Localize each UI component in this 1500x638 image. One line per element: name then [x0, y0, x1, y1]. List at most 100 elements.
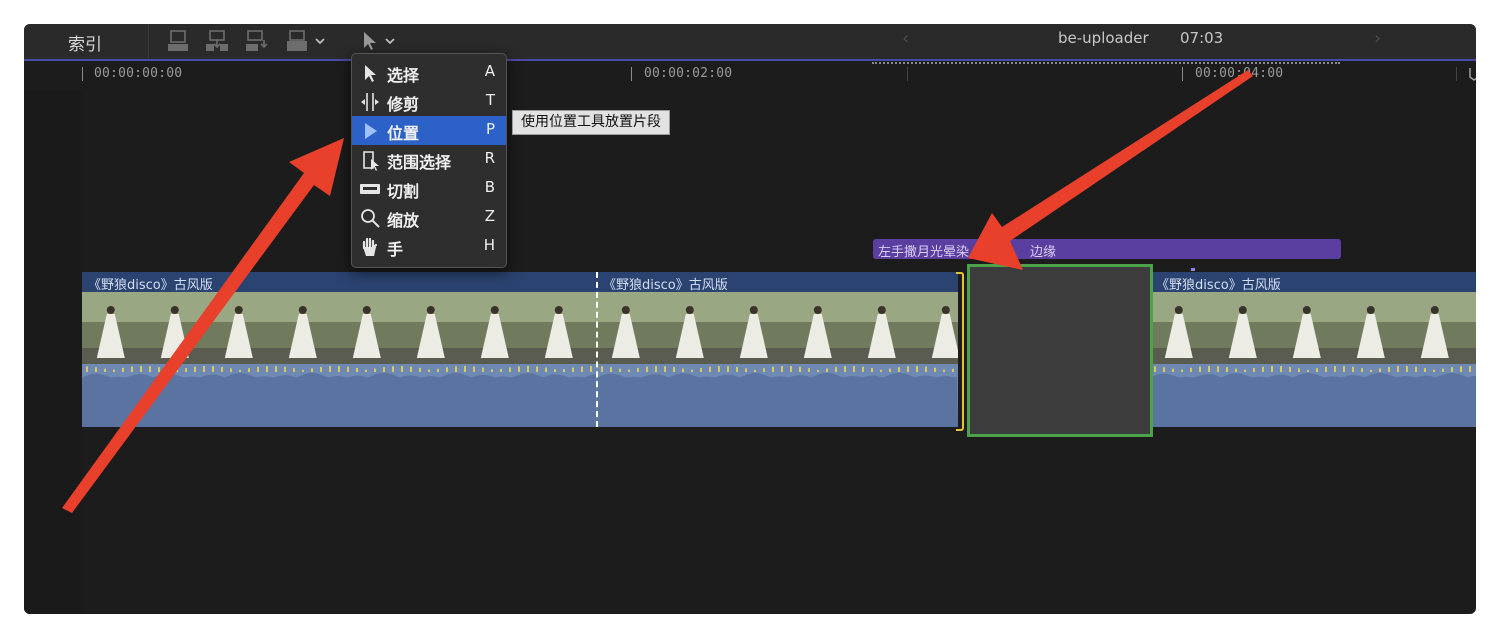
chevron-down-icon[interactable]: [311, 28, 337, 54]
ruler-timecode: 00:00:04:00: [1195, 66, 1284, 81]
waveform-peak: [491, 369, 493, 372]
waveform-peak: [691, 369, 693, 372]
waveform-peak: [1307, 369, 1309, 372]
waveform-peak: [482, 367, 484, 372]
menu-item-label: 手: [387, 240, 404, 259]
waveform-peak: [581, 366, 583, 372]
chevron-right-icon[interactable]: ›: [1374, 28, 1381, 49]
waveform-peak: [1226, 367, 1228, 372]
waveform-peak: [410, 366, 412, 372]
waveform-peak: [392, 366, 394, 372]
menu-item-range-select[interactable]: 范围选择 R: [352, 145, 506, 174]
menu-item-shortcut: Z: [484, 207, 495, 225]
waveform-peak: [727, 366, 729, 372]
waveform-peak: [383, 367, 385, 372]
waveform-peak: [158, 367, 160, 372]
waveform-peak: [590, 366, 592, 372]
waveform-peak: [1190, 367, 1192, 372]
waveform-peak: [239, 369, 241, 372]
append-clip-icon[interactable]: [244, 28, 270, 54]
edit-point[interactable]: [596, 272, 598, 427]
waveform-peak: [113, 369, 115, 372]
menu-item-shortcut: R: [484, 149, 495, 167]
waveform-peak: [1217, 366, 1219, 372]
menu-item-shortcut: T: [485, 91, 495, 109]
tooltip: 使用位置工具放置片段: [512, 110, 670, 135]
waveform-peak: [284, 366, 286, 372]
title-clip-text-tail: 边缘: [1030, 245, 1057, 260]
waveform-peak: [925, 366, 927, 372]
insert-clip-icon[interactable]: [204, 28, 230, 54]
connection-marker: [1191, 268, 1195, 271]
waveform-peak: [1334, 366, 1336, 372]
waveform-peak: [655, 366, 657, 372]
ruler-tick: [1456, 67, 1457, 81]
waveform-peak: [311, 368, 313, 372]
video-clip[interactable]: 《野狼disco》古风版: [82, 272, 597, 427]
waveform-peak: [1208, 366, 1210, 372]
waveform-peak: [248, 368, 250, 372]
waveform-peak: [664, 366, 666, 372]
menu-item-hand[interactable]: 手 H: [352, 232, 506, 261]
waveform-peak: [257, 366, 259, 372]
waveform-shape: [597, 372, 958, 427]
waveform-peak: [736, 366, 738, 372]
waveform-graphic: [82, 366, 597, 427]
waveform-peak: [329, 366, 331, 372]
title-clip-text: 左手撒月光晕染: [878, 245, 970, 260]
waveform-peak: [718, 366, 720, 372]
timeline-ruler[interactable]: 00:00:00:00 00:00:02:00 00:00:04:00: [24, 61, 1476, 91]
waveform-peak: [1199, 366, 1201, 372]
waveform-peak: [781, 366, 783, 372]
frame-head: [1430, 306, 1439, 314]
waveform-peak: [1361, 368, 1363, 372]
menu-item-blade[interactable]: 切割 B: [352, 174, 506, 203]
selected-edit-edge[interactable]: [956, 272, 964, 431]
gap-clip[interactable]: [967, 264, 1153, 437]
frame-head: [106, 306, 115, 314]
toolbar-divider: [148, 24, 149, 59]
waveform-peak: [952, 368, 954, 372]
video-clip[interactable]: 《野狼disco》古风版: [1150, 272, 1476, 427]
menu-item-select[interactable]: 选择 A: [352, 58, 506, 87]
tool-selector-icon[interactable]: [358, 26, 400, 54]
video-clip[interactable]: 《野狼disco》古风版: [597, 272, 958, 427]
ruler-tick: [907, 67, 908, 81]
zoom-icon: [361, 209, 380, 228]
frame-head: [685, 306, 694, 314]
waveform-peak: [104, 368, 106, 372]
filmstrip-frames: [82, 292, 597, 364]
overwrite-clip-icon[interactable]: [284, 28, 310, 54]
audio-waveform: [597, 364, 958, 427]
menu-item-position[interactable]: 位置 P: [352, 116, 506, 145]
waveform-peak: [185, 368, 187, 372]
waveform-peak: [1433, 369, 1435, 372]
connect-clip-icon[interactable]: [165, 28, 191, 54]
waveform-peak: [203, 366, 205, 372]
waveform-peak: [916, 366, 918, 372]
waveform-peak: [545, 367, 547, 372]
menu-item-zoom[interactable]: 缩放 Z: [352, 203, 506, 232]
frame-head: [234, 306, 243, 314]
waveform-peak: [817, 369, 819, 372]
menu-item-label: 缩放: [387, 211, 420, 230]
frame-head: [1174, 306, 1183, 314]
waveform-peak: [347, 366, 349, 372]
frame-foliage: [1470, 292, 1476, 322]
menu-item-shortcut: P: [485, 120, 495, 138]
waveform-peak: [149, 366, 151, 372]
title-clip[interactable]: 左手撒月光晕染 边缘: [873, 239, 1341, 260]
waveform-peak: [1397, 366, 1399, 372]
frame-foliage: [917, 292, 958, 322]
ruler-tick: [82, 67, 83, 81]
waveform-peak: [212, 366, 214, 372]
index-button[interactable]: 索引: [68, 30, 102, 55]
waveform-peak: [1316, 368, 1318, 372]
waveform-peak: [1271, 366, 1273, 372]
waveform-peak: [302, 369, 304, 372]
frame-head: [621, 306, 630, 314]
menu-item-trim[interactable]: 修剪 T: [352, 87, 506, 116]
frame-head: [941, 306, 950, 314]
menu-item-shortcut: A: [484, 62, 495, 80]
chevron-left-icon[interactable]: ‹: [902, 28, 909, 49]
